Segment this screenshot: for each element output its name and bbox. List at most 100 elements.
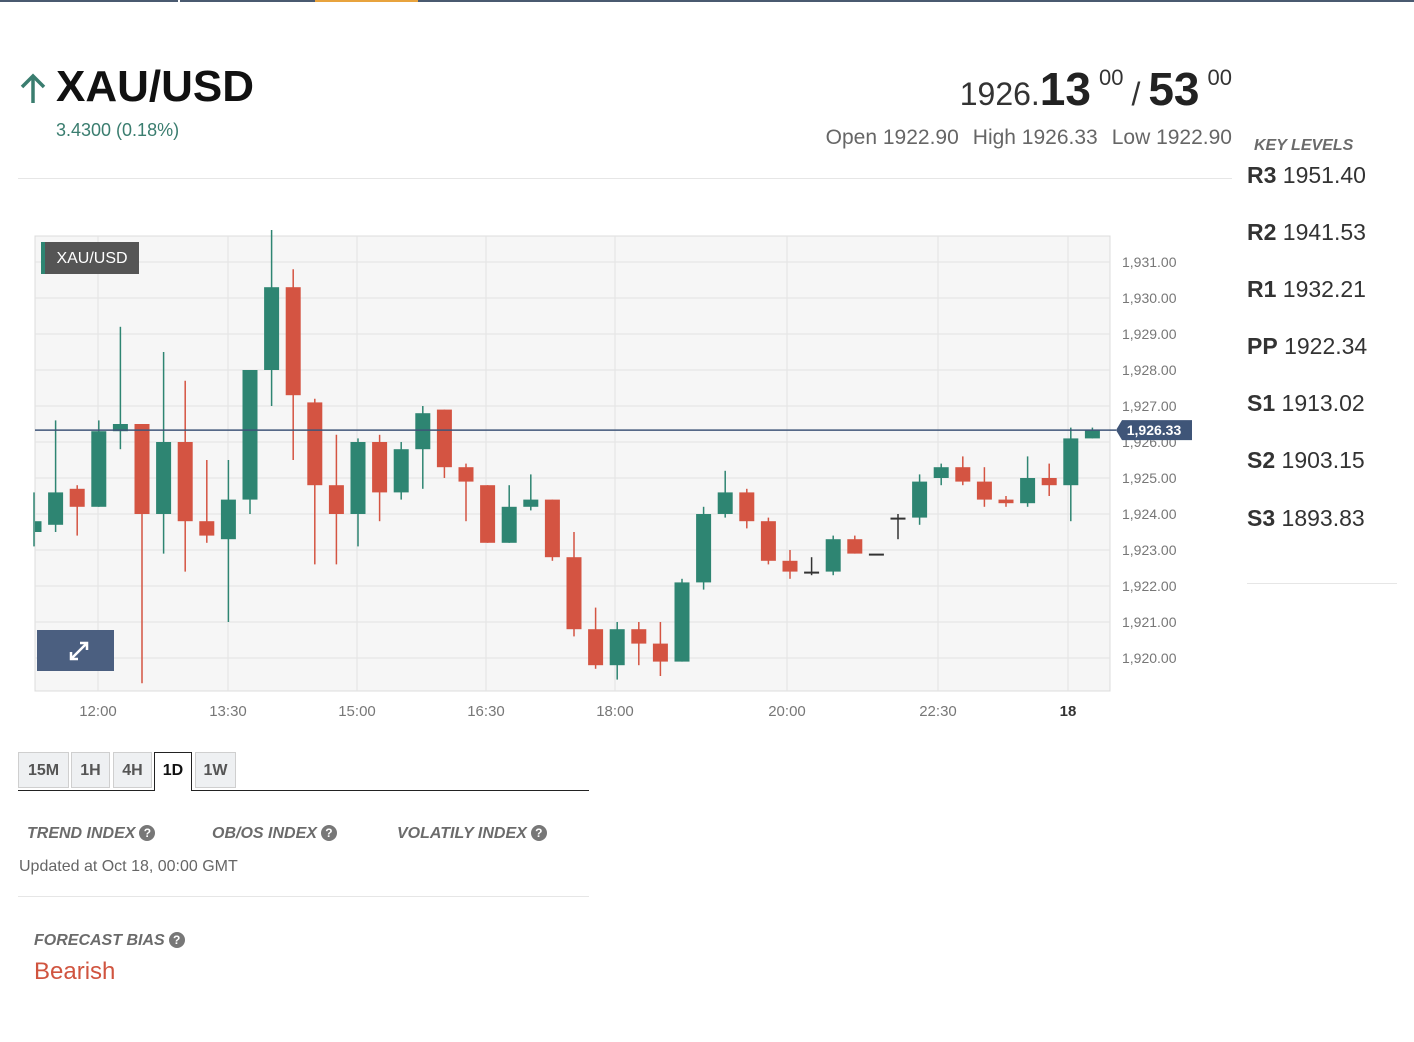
instrument-symbol: XAU/USD — [56, 62, 255, 111]
arrow-up-icon — [20, 73, 46, 103]
candle-body — [1041, 478, 1057, 486]
trend-index-label: TREND INDEX — [27, 825, 136, 842]
candle-body — [544, 499, 560, 558]
candle-body — [220, 499, 236, 540]
candle-body — [976, 481, 992, 500]
price-chart[interactable]: 1,920.00 1,921.00 1,922.00 1,923.00 1,924.00… — [0, 230, 1210, 730]
candle-body — [69, 488, 85, 507]
candle-body — [372, 442, 388, 493]
candle-body — [998, 499, 1014, 504]
candle-body — [933, 467, 949, 478]
expand-button[interactable] — [37, 630, 114, 671]
x-tick-label: 20:00 — [768, 703, 806, 720]
key-level-label: R1 — [1247, 276, 1277, 302]
candle-body — [91, 431, 107, 507]
candle-body — [242, 370, 258, 500]
quote-separator: / — [1131, 76, 1141, 112]
obos-index-label: OB/OS INDEX — [212, 825, 317, 842]
candle-body — [285, 287, 301, 396]
candle-body — [501, 506, 517, 543]
key-level-s1: S1 1913.02 — [1247, 390, 1365, 417]
key-level-label: S3 — [1247, 505, 1276, 531]
tab-1w[interactable]: 1W — [195, 752, 236, 788]
candle-body — [890, 517, 906, 520]
bid-pips: 13 — [1039, 63, 1091, 115]
help-icon[interactable]: ? — [320, 825, 337, 841]
candle-body — [696, 514, 712, 583]
key-level-r3: R3 1951.40 — [1247, 162, 1366, 189]
open-value: Open 1922.90 — [825, 126, 959, 149]
key-level-label: R3 — [1247, 162, 1277, 188]
tab-1h[interactable]: 1H — [71, 752, 110, 788]
candle-body — [588, 629, 604, 666]
help-icon[interactable]: ? — [168, 932, 185, 948]
x-tick-label: 12:00 — [79, 703, 117, 720]
candle-body — [199, 521, 215, 536]
key-level-value: 1951.40 — [1282, 162, 1366, 188]
key-levels-divider — [1247, 583, 1397, 584]
candle-body — [847, 539, 863, 554]
y-tick-label: 1,931.00 — [1122, 254, 1177, 270]
key-level-label: PP — [1247, 333, 1278, 359]
candle-body — [177, 442, 193, 522]
candle-body — [566, 557, 582, 630]
key-level-s2: S2 1903.15 — [1247, 447, 1365, 474]
y-tick-label: 1,921.00 — [1122, 614, 1177, 630]
candle-body — [480, 485, 496, 543]
candle-body — [868, 553, 884, 556]
current-price-label: 1,926.33 — [1127, 422, 1182, 438]
candle-body — [717, 492, 733, 514]
key-level-r2: R2 1941.53 — [1247, 219, 1366, 246]
x-tick-label: 22:30 — [919, 703, 957, 720]
bid-base: 1926. — [959, 76, 1040, 112]
candle-body — [955, 467, 971, 482]
candle-body — [523, 499, 539, 507]
section-divider — [18, 896, 589, 897]
help-icon[interactable]: ? — [530, 825, 547, 841]
obos-index: OB/OS INDEX? — [212, 825, 337, 843]
y-tick-label: 1,923.00 — [1122, 542, 1177, 558]
candle-body — [652, 643, 668, 662]
candle-body — [134, 424, 150, 514]
x-tick-label: 16:30 — [467, 703, 505, 720]
volatility-index: VOLATILY INDEX? — [397, 825, 547, 843]
help-icon[interactable]: ? — [139, 825, 156, 841]
candle-body — [631, 629, 647, 644]
forecast-bias-value: Bearish — [34, 958, 116, 985]
y-tick-label: 1,928.00 — [1122, 362, 1177, 378]
low-value: Low 1922.90 — [1111, 126, 1232, 149]
candle-body — [264, 287, 280, 370]
bid-fraction: 00 — [1098, 65, 1124, 90]
ask-fraction: 00 — [1207, 65, 1232, 90]
key-level-value: 1941.53 — [1282, 219, 1366, 245]
candle-body — [436, 409, 452, 468]
tab-15m[interactable]: 15M — [18, 752, 69, 788]
key-levels-title: KEY LEVELS — [1254, 137, 1354, 154]
open-high-low: Open 1922.90 High 1926.33 Low 1922.90 — [812, 126, 1232, 150]
y-tick-label: 1,929.00 — [1122, 326, 1177, 342]
series-label-accent — [41, 242, 45, 274]
key-level-r1: R1 1932.21 — [1247, 276, 1366, 303]
volatility-index-label: VOLATILY INDEX — [397, 825, 527, 842]
active-nav-indicator — [315, 0, 418, 2]
y-tick-label: 1,920.00 — [1122, 650, 1177, 666]
candle-body — [35, 521, 42, 532]
candlestick-chart-svg[interactable]: 1,920.00 1,921.00 1,922.00 1,923.00 1,924.00… — [0, 230, 1210, 730]
candle-body — [415, 413, 431, 450]
y-tick-label: 1,922.00 — [1122, 578, 1177, 594]
key-level-value: 1893.83 — [1281, 505, 1365, 531]
key-level-label: S2 — [1247, 447, 1276, 473]
tab-4h[interactable]: 4H — [113, 752, 152, 788]
candle-body — [307, 402, 323, 486]
tab-1d[interactable]: 1D — [154, 752, 192, 791]
candle-body — [328, 485, 344, 514]
price-change: 3.4300 (0.18%) — [56, 120, 180, 140]
forecast-bias-title: FORECAST BIAS? — [34, 932, 185, 950]
candle-body — [760, 521, 776, 561]
timeframe-tabs: 15M 1H 4H 1D 1W — [18, 752, 589, 791]
y-tick-label: 1,924.00 — [1122, 506, 1177, 522]
top-nav-line — [0, 0, 1414, 2]
key-level-pp: PP 1922.34 — [1247, 333, 1367, 360]
candle-body — [825, 539, 841, 572]
candle-body — [912, 481, 928, 518]
